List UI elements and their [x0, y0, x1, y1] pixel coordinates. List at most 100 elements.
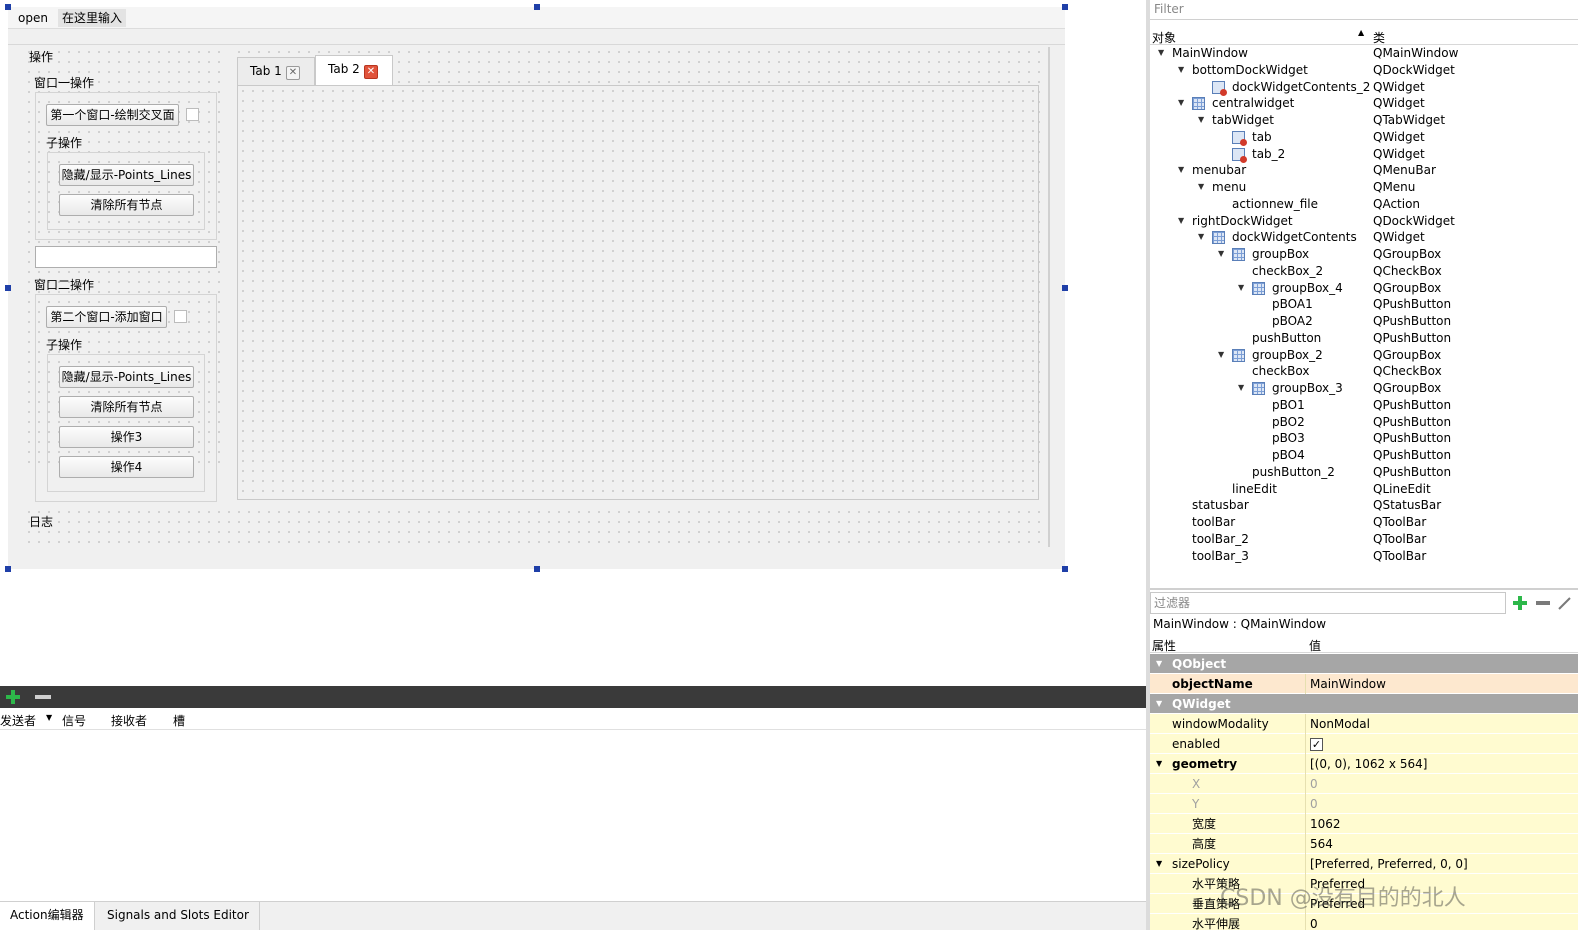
property-value[interactable]: MainWindow — [1307, 674, 1578, 694]
object-filter-input[interactable]: Filter — [1150, 0, 1578, 20]
tree-row[interactable]: ▼ MainWindow QMainWindow — [1150, 45, 1578, 61]
expand-arrow-icon[interactable]: ▼ — [1198, 229, 1204, 245]
tab-action-editor[interactable]: Action编辑器 — [0, 902, 95, 930]
tab-1[interactable]: Tab 1 ✕ — [237, 57, 315, 85]
tree-row[interactable]: ▼ groupBox_2 QGroupBox — [1150, 347, 1578, 363]
property-value[interactable]: ✓ — [1307, 734, 1578, 754]
tree-row[interactable]: pBOA1 QPushButton — [1150, 296, 1578, 312]
group1-checkbox[interactable] — [186, 108, 199, 121]
tab-2[interactable]: Tab 2 ✕ — [315, 55, 393, 85]
tree-row[interactable]: ▼ dockWidgetContents QWidget — [1150, 229, 1578, 245]
expand-arrow-icon[interactable]: ▼ — [1156, 754, 1162, 774]
tree-row[interactable]: checkBox QCheckBox — [1150, 363, 1578, 379]
tree-row[interactable]: lineEdit QLineEdit — [1150, 481, 1578, 497]
enabled-checkbox[interactable]: ✓ — [1310, 738, 1323, 751]
col-object[interactable]: 对象 — [1152, 29, 1176, 46]
operation4-button[interactable]: 操作4 — [59, 456, 194, 478]
property-value[interactable]: 0 — [1307, 914, 1578, 930]
connections-list[interactable] — [0, 731, 1146, 901]
group2-toggle-points-button[interactable]: 隐藏/显示-Points_Lines — [59, 366, 194, 388]
property-row[interactable]: 高度 564 — [1150, 834, 1578, 854]
property-row[interactable]: 宽度 1062 — [1150, 814, 1578, 834]
resize-handle-l[interactable] — [5, 285, 11, 291]
tree-row[interactable]: pBO3 QPushButton — [1150, 430, 1578, 446]
property-row[interactable]: windowModality NonModal — [1150, 714, 1578, 734]
expand-arrow-icon[interactable]: ▼ — [1218, 246, 1224, 262]
wrench-icon[interactable] — [1556, 595, 1572, 611]
expand-arrow-icon[interactable]: ▼ — [1178, 162, 1184, 178]
group1-clear-nodes-button[interactable]: 清除所有节点 — [59, 194, 194, 216]
resize-handle-b[interactable] — [534, 566, 540, 572]
expand-arrow-icon[interactable]: ▼ — [1238, 380, 1244, 396]
tree-row[interactable]: pBO4 QPushButton — [1150, 447, 1578, 463]
tree-row[interactable]: ▼ rightDockWidget QDockWidget — [1150, 213, 1578, 229]
group2-clear-nodes-button[interactable]: 清除所有节点 — [59, 396, 194, 418]
expand-arrow-icon[interactable]: ▼ — [1218, 347, 1224, 363]
property-value[interactable]: 0 — [1307, 794, 1578, 814]
property-row[interactable]: objectName MainWindow — [1150, 674, 1578, 694]
resize-handle-br[interactable] — [1062, 566, 1068, 572]
window1-draw-button[interactable]: 第一个窗口-绘制交叉面 — [46, 104, 179, 126]
tree-row[interactable]: toolBar_2 QToolBar — [1150, 531, 1578, 547]
resize-handle-tr[interactable] — [1062, 4, 1068, 10]
property-value[interactable]: 0 — [1307, 774, 1578, 794]
resize-handle-t[interactable] — [534, 4, 540, 10]
tree-row[interactable]: ▼ menu QMenu — [1150, 179, 1578, 195]
tree-row[interactable]: tab_2 QWidget — [1150, 146, 1578, 163]
col-slot[interactable]: 槽 — [173, 712, 185, 729]
designer-form[interactable]: open 在这里输入 操作 窗口一操作 第一个窗口-绘制交叉面 子操作 隐藏/显… — [5, 4, 1068, 572]
minus-icon[interactable] — [1535, 595, 1551, 611]
window2-add-button[interactable]: 第二个窗口-添加窗口 — [46, 306, 167, 328]
property-row[interactable]: ▼ sizePolicy [Preferred, Preferred, 0, 0] — [1150, 854, 1578, 874]
tree-row[interactable]: dockWidgetContents_2 QWidget — [1150, 79, 1578, 96]
tree-row[interactable]: pBO1 QPushButton — [1150, 397, 1578, 413]
minus-icon[interactable] — [34, 689, 52, 705]
tree-row[interactable]: ▼ centralwidget QWidget — [1150, 95, 1578, 111]
tab-1-close-icon[interactable]: ✕ — [286, 66, 300, 80]
plus-icon[interactable] — [5, 689, 21, 705]
col-sender[interactable]: 发送者 — [0, 712, 36, 729]
col-signal[interactable]: 信号 — [62, 712, 86, 729]
expand-arrow-icon[interactable]: ▼ — [1198, 179, 1204, 195]
group2-checkbox[interactable] — [174, 310, 187, 323]
property-value[interactable]: 1062 — [1307, 814, 1578, 834]
menu-open[interactable]: open — [14, 9, 52, 27]
expand-arrow-icon[interactable]: ▼ — [1178, 95, 1184, 111]
expand-arrow-icon[interactable]: ▼ — [1158, 45, 1164, 61]
expand-arrow-icon[interactable]: ▼ — [1156, 654, 1162, 674]
tree-row[interactable]: ▼ groupBox_3 QGroupBox — [1150, 380, 1578, 396]
expand-arrow-icon[interactable]: ▼ — [1156, 694, 1162, 714]
operation3-button[interactable]: 操作3 — [59, 426, 194, 448]
property-value[interactable]: 564 — [1307, 834, 1578, 854]
property-row[interactable]: X0 — [1150, 774, 1578, 794]
group1-toggle-points-button[interactable]: 隐藏/显示-Points_Lines — [59, 164, 194, 186]
expand-arrow-icon[interactable]: ▼ — [1238, 280, 1244, 296]
tree-row[interactable]: ▼ tabWidget QTabWidget — [1150, 112, 1578, 128]
tree-row[interactable]: pushButton QPushButton — [1150, 330, 1578, 346]
tree-row[interactable]: ▼ menubar QMenuBar — [1150, 162, 1578, 178]
tree-row[interactable]: pBO2 QPushButton — [1150, 414, 1578, 430]
tree-row[interactable]: pBOA2 QPushButton — [1150, 313, 1578, 329]
tree-row[interactable]: ▼ groupBox_4 QGroupBox — [1150, 280, 1578, 296]
tree-row[interactable]: statusbar QStatusBar — [1150, 497, 1578, 513]
expand-arrow-icon[interactable]: ▼ — [1178, 213, 1184, 229]
property-row[interactable]: ▼ geometry [(0, 0), 1062 x 564] — [1150, 754, 1578, 774]
expand-arrow-icon[interactable]: ▼ — [1156, 854, 1162, 874]
property-row[interactable]: 水平伸展 0 — [1150, 914, 1578, 930]
resize-handle-r[interactable] — [1062, 285, 1068, 291]
col-property[interactable]: 属性 — [1152, 637, 1176, 654]
property-value[interactable]: [(0, 0), 1062 x 564] — [1307, 754, 1578, 774]
plus-icon[interactable] — [1512, 595, 1528, 611]
tree-row[interactable]: tab QWidget — [1150, 129, 1578, 146]
tab-2-close-icon[interactable]: ✕ — [364, 65, 378, 79]
line-edit[interactable] — [35, 246, 217, 268]
tree-row[interactable]: actionnew_file QAction — [1150, 196, 1578, 212]
property-section[interactable]: ▼ QObject — [1150, 654, 1578, 674]
property-value[interactable]: [Preferred, Preferred, 0, 0] — [1307, 854, 1578, 874]
expand-arrow-icon[interactable]: ▼ — [1178, 62, 1184, 78]
col-class[interactable]: 类 — [1373, 29, 1385, 46]
property-filter-input[interactable]: 过滤器 — [1150, 592, 1506, 614]
tree-row[interactable]: pushButton_2 QPushButton — [1150, 464, 1578, 480]
tree-row[interactable]: toolBar QToolBar — [1150, 514, 1578, 530]
tree-row[interactable]: checkBox_2 QCheckBox — [1150, 263, 1578, 279]
